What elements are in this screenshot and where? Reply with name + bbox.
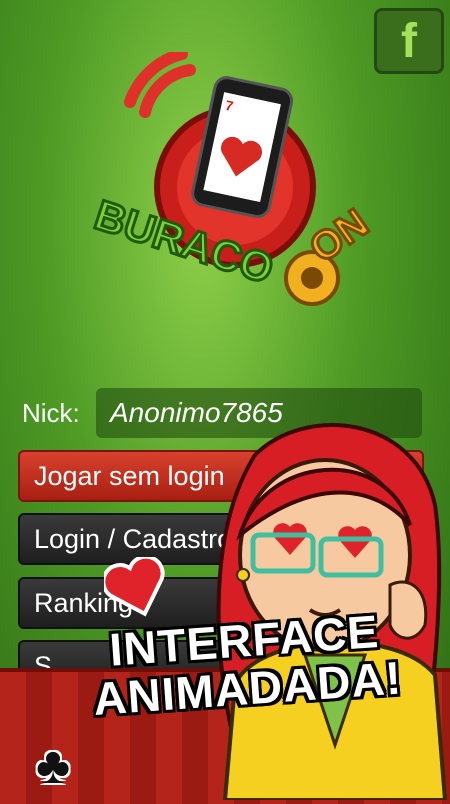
facebook-icon: f [401,14,417,68]
nick-label: Nick: [22,398,80,428]
heart-icon [104,557,165,617]
app-logo: 7 BURACO ON [90,52,378,306]
club-suit-icon: ♣ [36,737,71,795]
